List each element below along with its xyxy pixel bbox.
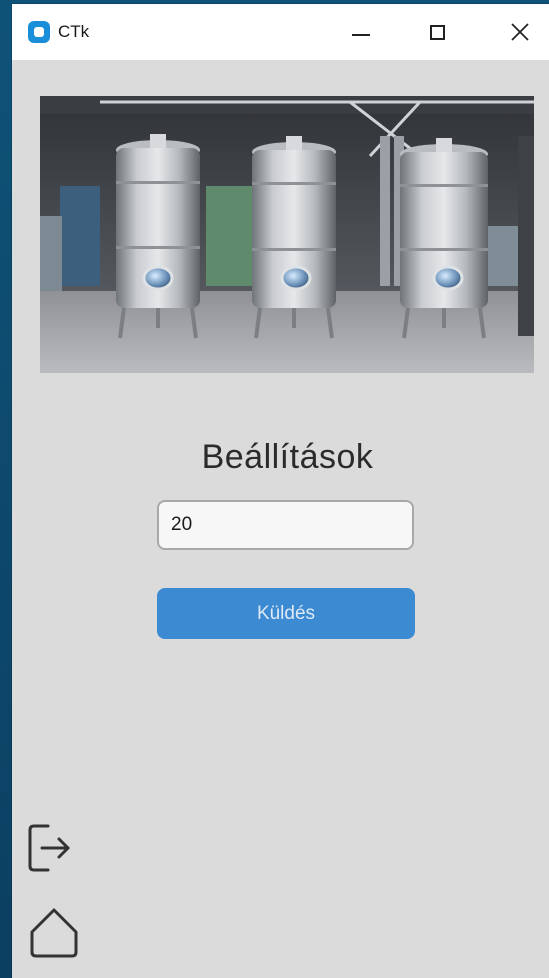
main-content: Beállítások Küldés [12,60,549,978]
tanks-photo [40,96,534,373]
title-bar[interactable]: CTk [12,4,549,60]
page-title: Beállítások [201,438,374,476]
app-window: CTk Beállítások 20 Küldés [12,4,549,978]
minimize-icon[interactable] [330,4,390,60]
ctk-app-icon [28,21,50,43]
home-icon[interactable] [26,904,82,965]
window-title: CTk [58,22,90,41]
desktop-background: CTk Beállítások 20 Küldés [0,0,549,978]
maximize-icon[interactable] [408,4,468,60]
send-button[interactable]: Küldés [157,588,415,639]
close-icon[interactable] [489,4,549,60]
settings-value-input[interactable] [157,500,414,550]
logout-icon[interactable] [26,820,78,881]
